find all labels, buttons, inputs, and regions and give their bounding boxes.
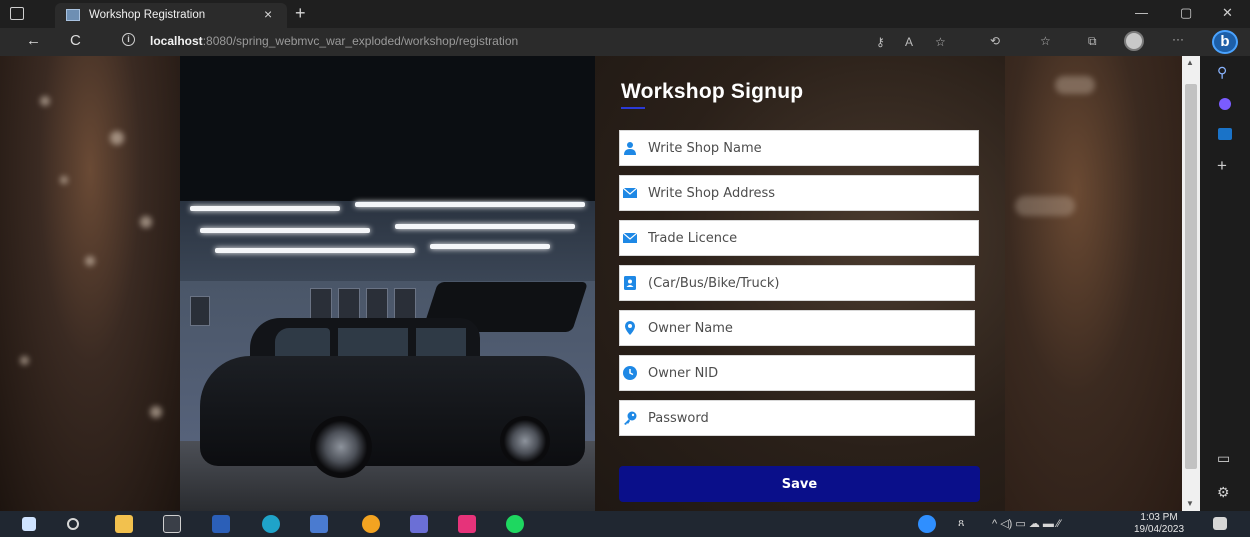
shop-address-input[interactable] bbox=[648, 176, 968, 210]
envelope-icon bbox=[623, 232, 637, 243]
tab-actions-icon[interactable] bbox=[10, 7, 24, 20]
system-tray[interactable]: ^ ◁) ▭ ☁ ▬ ⁄⁄ bbox=[992, 517, 1061, 530]
back-button[interactable]: ← bbox=[26, 32, 41, 49]
search-icon[interactable]: ⚲ bbox=[1217, 64, 1227, 81]
windows-start-icon[interactable] bbox=[22, 517, 36, 531]
add-icon[interactable]: + bbox=[1217, 156, 1227, 176]
bing-chat-button[interactable]: b bbox=[1212, 30, 1238, 54]
form-title: Workshop Signup bbox=[621, 80, 804, 103]
password-input[interactable] bbox=[648, 401, 968, 435]
browser-title-bar: Workshop Registration × + — ▢ ✕ bbox=[0, 0, 1250, 28]
url-text[interactable]: localhost:8080/spring_webmvc_war_explode… bbox=[150, 34, 518, 48]
clock-date: 19/04/2023 bbox=[1134, 524, 1185, 535]
clock[interactable]: 1:03 PM 19/04/2023 bbox=[1134, 512, 1184, 536]
close-window-button[interactable]: ✕ bbox=[1222, 5, 1233, 21]
owner-nid-field bbox=[619, 355, 975, 391]
shop-name-field bbox=[619, 130, 979, 166]
trade-licence-field bbox=[619, 220, 979, 256]
file-explorer-icon[interactable] bbox=[115, 515, 133, 533]
tab-workshop-registration[interactable]: Workshop Registration × bbox=[55, 3, 287, 28]
background-image-left bbox=[0, 56, 180, 511]
envelope-icon bbox=[623, 187, 637, 198]
browser-toolbar: ← C i localhost:8080/spring_webmvc_war_e… bbox=[0, 28, 1250, 56]
user-icon bbox=[624, 142, 636, 155]
address-bar[interactable]: i localhost:8080/spring_webmvc_war_explo… bbox=[108, 30, 958, 54]
vehicle-type-field bbox=[619, 265, 975, 301]
shop-address-field bbox=[619, 175, 979, 211]
settings-icon[interactable]: ⚙ bbox=[1217, 484, 1230, 501]
spotify-icon[interactable] bbox=[506, 515, 524, 533]
clock-time: 1:03 PM bbox=[1140, 512, 1178, 523]
new-tab-button[interactable]: + bbox=[295, 3, 306, 24]
chrome-icon[interactable] bbox=[362, 515, 380, 533]
signup-form-panel: Workshop Signup Write Shop Name Write Sh… bbox=[595, 56, 1005, 511]
help-icon[interactable] bbox=[918, 515, 936, 533]
extensions-icon[interactable]: ⟲ bbox=[990, 34, 1000, 48]
background-image-right bbox=[1005, 56, 1182, 511]
teams-icon[interactable] bbox=[410, 515, 428, 533]
search-taskbar-icon[interactable] bbox=[67, 518, 79, 530]
scroll-down-arrow-icon[interactable]: ▼ bbox=[1186, 499, 1194, 508]
read-aloud-icon[interactable]: A bbox=[905, 35, 913, 49]
owner-name-input[interactable] bbox=[648, 311, 968, 345]
outlook-icon[interactable] bbox=[1218, 128, 1232, 140]
tab-title: Workshop Registration bbox=[89, 9, 206, 21]
clock-icon bbox=[623, 366, 637, 380]
collections-icon[interactable]: ⧉ bbox=[1088, 34, 1097, 49]
people-icon[interactable]: ጸ bbox=[958, 517, 964, 530]
windows-taskbar: ጸ ^ ◁) ▭ ☁ ▬ ⁄⁄ 1:03 PM 19/04/2023 bbox=[0, 511, 1250, 537]
favorite-star-icon[interactable]: ☆ bbox=[935, 35, 946, 49]
restore-button[interactable]: ▢ bbox=[1180, 5, 1192, 21]
minimize-button[interactable]: — bbox=[1135, 5, 1148, 20]
intellij-icon[interactable] bbox=[458, 515, 476, 533]
trade-licence-input[interactable] bbox=[648, 221, 968, 255]
favicon-icon bbox=[66, 9, 80, 21]
shop-name-input[interactable] bbox=[648, 131, 968, 165]
contact-card-icon bbox=[624, 276, 636, 290]
key-icon bbox=[624, 411, 637, 425]
more-menu-button[interactable]: ··· bbox=[1172, 32, 1184, 46]
save-button[interactable]: Save bbox=[619, 466, 980, 502]
app-icon[interactable] bbox=[310, 515, 328, 533]
vehicle-type-input[interactable] bbox=[648, 266, 968, 300]
map-pin-icon bbox=[625, 321, 635, 335]
owner-nid-input[interactable] bbox=[648, 356, 968, 390]
garage-car-photo bbox=[180, 56, 595, 511]
favorites-icon[interactable]: ☆ bbox=[1040, 34, 1051, 48]
scroll-up-arrow-icon[interactable]: ▲ bbox=[1186, 58, 1194, 67]
reload-button[interactable]: C bbox=[70, 32, 81, 49]
notifications-icon[interactable] bbox=[1213, 517, 1227, 530]
owner-name-field bbox=[619, 310, 975, 346]
site-info-icon[interactable]: i bbox=[122, 33, 135, 46]
key-icon[interactable]: ⚷ bbox=[876, 35, 885, 49]
3d-app-icon[interactable] bbox=[163, 515, 181, 533]
scroll-thumb[interactable] bbox=[1185, 84, 1197, 469]
edge-sidebar: ⚲ + ▭ ⚙ bbox=[1200, 56, 1250, 511]
split-screen-icon[interactable]: ▭ bbox=[1217, 450, 1230, 467]
copilot-icon[interactable] bbox=[1219, 98, 1231, 110]
tab-close-icon[interactable]: × bbox=[264, 6, 272, 22]
word-icon[interactable] bbox=[212, 515, 230, 533]
profile-avatar[interactable] bbox=[1124, 31, 1144, 51]
page-scrollbar[interactable]: ▲ ▼ bbox=[1182, 56, 1200, 511]
title-underline bbox=[621, 107, 645, 109]
page-viewport: Workshop Signup Write Shop Name Write Sh… bbox=[0, 56, 1182, 511]
edge-icon[interactable] bbox=[262, 515, 280, 533]
password-field bbox=[619, 400, 975, 436]
